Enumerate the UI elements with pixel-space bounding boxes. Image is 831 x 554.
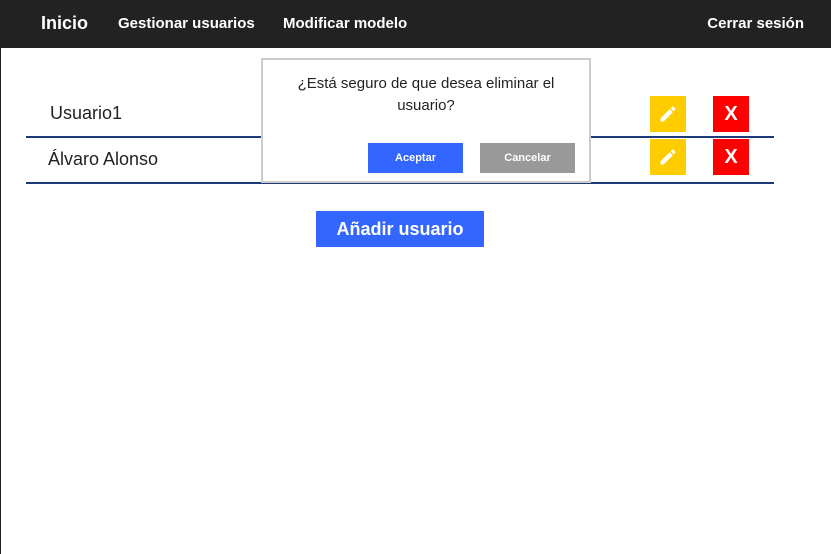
top-navbar: Inicio Gestionar usuarios Modificar mode… [1,0,831,48]
user-name: Álvaro Alonso [48,149,159,169]
pencil-icon [660,106,676,122]
edit-user-button[interactable] [650,139,686,175]
nav-modify-model-link[interactable]: Modificar modelo [283,0,407,48]
user-name: Usuario1 [50,103,123,123]
delete-user-button[interactable]: X [713,139,749,175]
delete-user-button[interactable]: X [713,96,749,132]
edit-user-button[interactable] [650,96,686,132]
cancel-button[interactable]: Cancelar [480,143,575,173]
pencil-icon [660,149,676,165]
confirm-delete-dialog: ¿Está seguro de que desea eliminar el us… [261,58,591,183]
accept-button[interactable]: Aceptar [368,143,463,173]
nav-manage-users-link[interactable]: Gestionar usuarios [118,0,255,48]
add-user-button[interactable]: Añadir usuario [316,211,484,247]
dialog-message: ¿Está seguro de que desea eliminar el us… [297,75,555,114]
nav-home-link[interactable]: Inicio [41,0,88,48]
nav-logout-link[interactable]: Cerrar sesión [707,0,804,48]
